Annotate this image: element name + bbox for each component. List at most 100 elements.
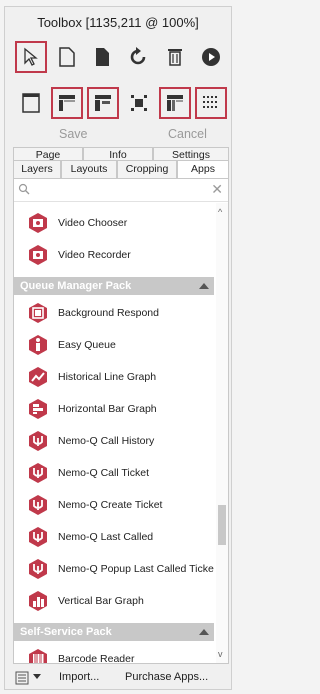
list-item-label: Vertical Bar Graph	[58, 595, 144, 607]
layout-a-button[interactable]	[51, 87, 83, 119]
list-item-label: Nemo-Q Popup Last Called Ticket	[58, 563, 214, 575]
dot-grid-button[interactable]	[195, 87, 227, 119]
clear-search-icon[interactable]: ✕	[211, 182, 223, 196]
search-icon	[18, 183, 30, 195]
section-label: Self-Service Pack	[20, 626, 112, 638]
nemo-q-icon	[29, 463, 47, 483]
list-item-label: Easy Queue	[58, 339, 116, 351]
list-item[interactable]: Nemo-Q Call History	[14, 425, 214, 457]
background-respond-icon	[29, 303, 47, 323]
barcode-icon	[29, 649, 47, 663]
list-item[interactable]: Vertical Bar Graph	[14, 585, 214, 617]
list-item[interactable]: Nemo-Q Popup Last Called Ticket	[14, 553, 214, 585]
undo-icon	[130, 47, 146, 65]
line-graph-icon	[29, 367, 47, 387]
copy-page-icon	[96, 48, 109, 66]
tab-apps[interactable]: Apps	[177, 160, 229, 178]
section-label: Queue Manager Pack	[20, 280, 132, 292]
vertical-bar-icon	[29, 591, 47, 611]
list-view-icon	[15, 671, 29, 685]
nemo-q-icon	[29, 527, 47, 547]
layout-c-button[interactable]	[123, 87, 155, 119]
section-header[interactable]: Queue Manager Pack	[14, 277, 214, 295]
list-scrollbar[interactable]: ^ v	[216, 203, 228, 663]
layout-b-button[interactable]	[87, 87, 119, 119]
play-icon	[202, 48, 220, 66]
layout-grid-c-icon	[131, 95, 147, 111]
cancel-button[interactable]: Cancel	[168, 127, 207, 141]
apps-list: Video Chooser Video Recorder Queue Manager…	[14, 207, 214, 663]
collapse-triangle-icon[interactable]	[199, 629, 209, 635]
chevron-down-icon[interactable]	[33, 674, 41, 679]
list-item-label: Video Recorder	[58, 249, 131, 261]
tab-info[interactable]: Info	[83, 147, 153, 161]
save-cancel-row: Save Cancel	[5, 125, 231, 145]
footer-bar: Import... Purchase Apps...	[11, 671, 229, 689]
list-item-label: Barcode Reader	[58, 653, 135, 663]
list-item[interactable]: Easy Queue	[14, 329, 214, 361]
collapse-triangle-icon[interactable]	[199, 283, 209, 289]
save-button[interactable]: Save	[59, 127, 88, 141]
tab-page[interactable]: Page	[13, 147, 83, 161]
toolbar-row-2	[15, 87, 227, 121]
window-title: Toolbox [1135,211 @ 100%]	[37, 15, 199, 30]
delete-icon	[168, 49, 182, 66]
purchase-apps-button[interactable]: Purchase Apps...	[125, 671, 208, 683]
easy-queue-icon	[29, 335, 47, 355]
tab-layers[interactable]: Layers	[13, 160, 61, 178]
new-page-button[interactable]	[51, 41, 83, 73]
layout-grid-a-icon	[59, 95, 75, 111]
layout-d-button[interactable]	[159, 87, 191, 119]
toolbar-row-1	[15, 41, 227, 75]
pointer-tool-button[interactable]	[15, 41, 47, 73]
search-input[interactable]	[34, 181, 208, 199]
tab-row-1: Page Info Settings	[13, 147, 229, 161]
layout-grid-b-icon	[95, 95, 111, 111]
list-item[interactable]: Nemo-Q Create Ticket	[14, 489, 214, 521]
tab-cropping[interactable]: Cropping	[117, 160, 177, 178]
layout-grid-d-icon	[167, 95, 183, 111]
list-item-label: Historical Line Graph	[58, 371, 157, 383]
new-page-icon	[59, 47, 75, 67]
delete-button[interactable]	[159, 41, 191, 73]
list-item[interactable]: Nemo-Q Last Called	[14, 521, 214, 553]
list-item[interactable]: Horizontal Bar Graph	[14, 393, 214, 425]
list-item[interactable]: Video Chooser	[14, 207, 214, 239]
toolbox-panel: Toolbox [1135,211 @ 100%] Save Cancel Pa…	[4, 6, 232, 690]
list-item-label: Horizontal Bar Graph	[58, 403, 157, 415]
tab-row-2: Layers Layouts Cropping Apps	[13, 160, 229, 178]
nemo-q-icon	[29, 431, 47, 451]
nemo-q-icon	[29, 559, 47, 579]
search-bar: ✕	[14, 179, 228, 202]
copy-page-button[interactable]	[87, 41, 119, 73]
list-item-label: Background Respond	[58, 307, 159, 319]
section-header[interactable]: Self-Service Pack	[14, 623, 214, 641]
video-chooser-icon	[29, 213, 47, 233]
scroll-up-icon[interactable]: ^	[218, 207, 222, 217]
list-item[interactable]: Barcode Reader	[14, 643, 214, 663]
tab-layouts[interactable]: Layouts	[61, 160, 117, 178]
pointer-icon	[24, 47, 38, 66]
list-item[interactable]: Historical Line Graph	[14, 361, 214, 393]
apps-content: ✕ Video Chooser Video Recorder Queue Manag…	[13, 178, 229, 664]
list-item-label: Nemo-Q Last Called	[58, 531, 154, 543]
view-menu-button[interactable]	[15, 671, 29, 688]
play-button[interactable]	[195, 41, 227, 73]
list-item[interactable]: Background Respond	[14, 297, 214, 329]
list-item-label: Nemo-Q Call History	[58, 435, 155, 447]
tab-settings[interactable]: Settings	[153, 147, 229, 161]
undo-button[interactable]	[123, 41, 155, 73]
list-item[interactable]: Nemo-Q Call Ticket	[14, 457, 214, 489]
import-button[interactable]: Import...	[59, 671, 99, 683]
horizontal-bar-icon	[29, 399, 47, 419]
list-item-label: Nemo-Q Create Ticket	[58, 499, 163, 511]
list-item-label: Nemo-Q Call Ticket	[58, 467, 150, 479]
scroll-down-icon[interactable]: v	[218, 649, 223, 659]
single-page-icon	[22, 93, 40, 113]
list-item-label: Video Chooser	[58, 217, 128, 229]
dot-grid-icon	[203, 96, 217, 108]
nemo-q-icon	[29, 495, 47, 515]
scroll-thumb[interactable]	[218, 505, 226, 545]
list-item[interactable]: Video Recorder	[14, 239, 214, 271]
single-page-button[interactable]	[15, 87, 47, 119]
